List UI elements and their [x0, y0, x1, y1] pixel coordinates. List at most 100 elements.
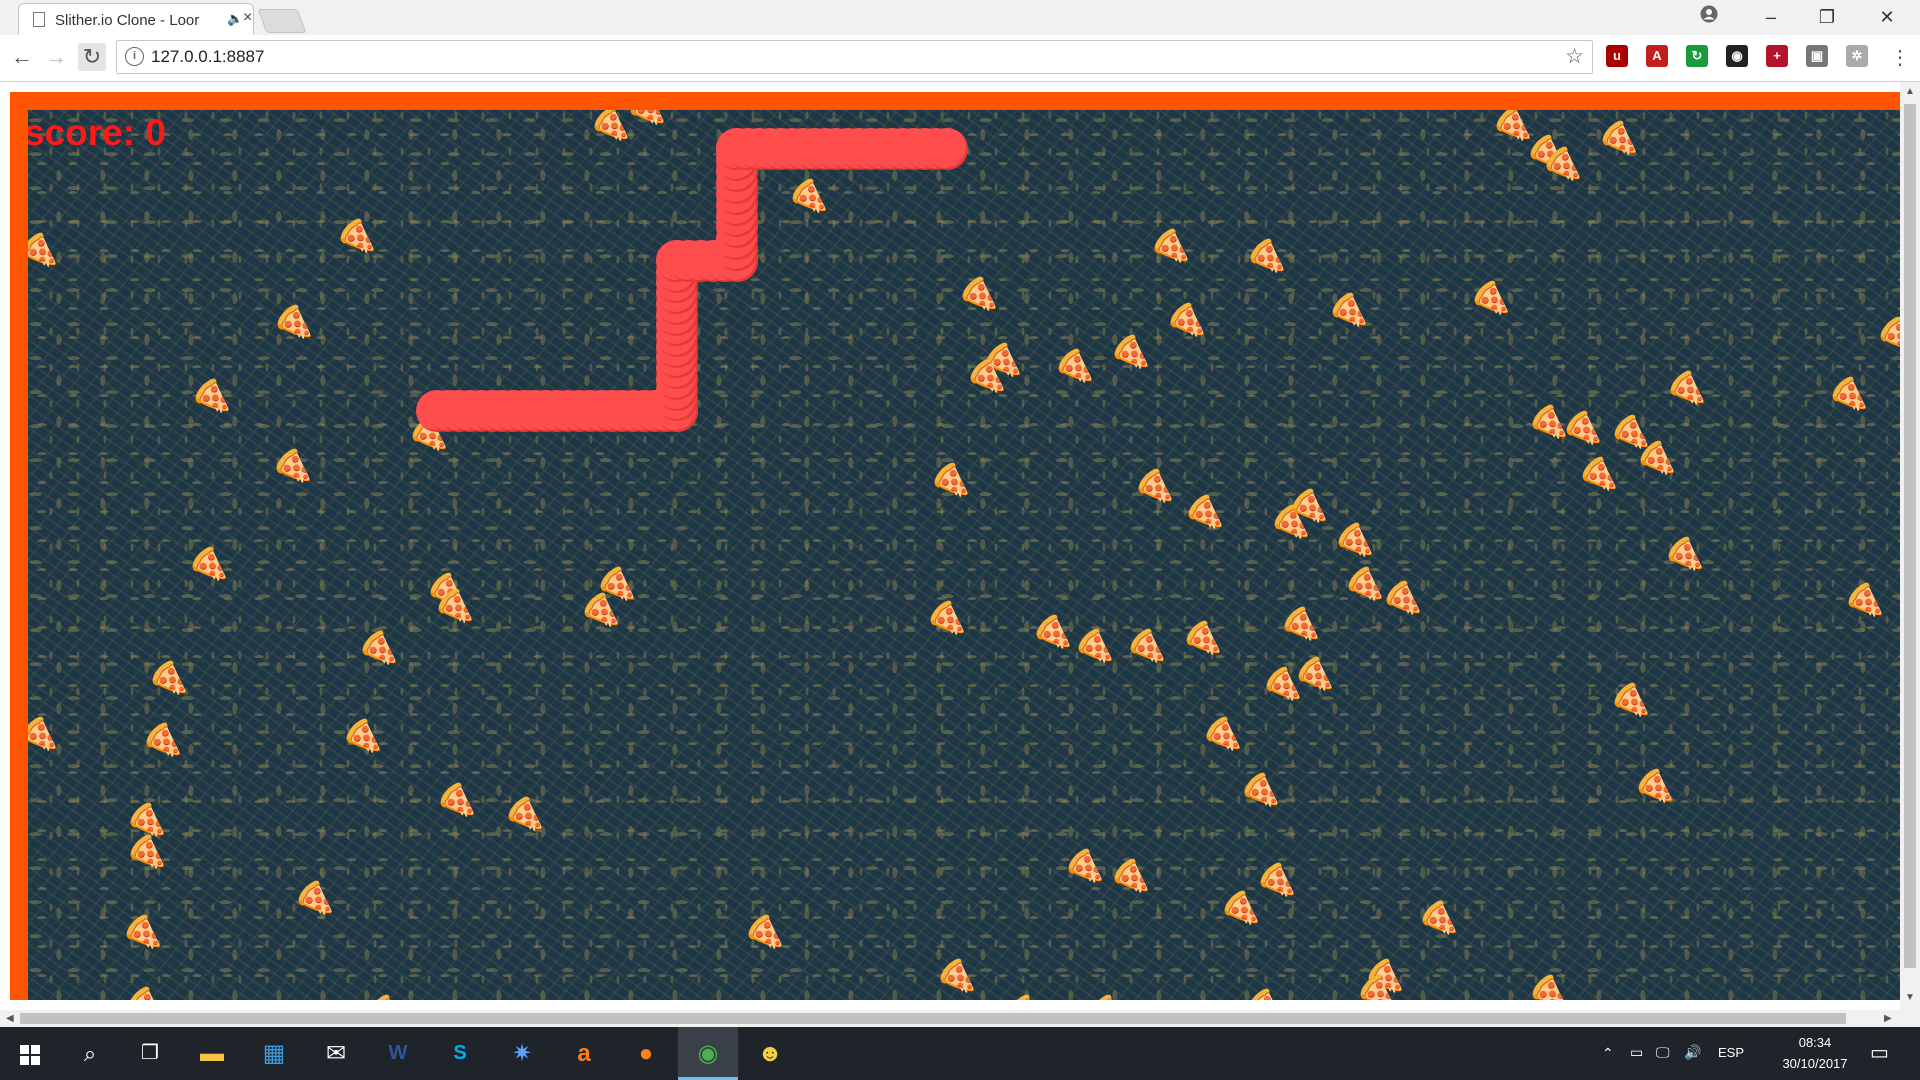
- store-icon[interactable]: ▦: [244, 1027, 304, 1080]
- pizza-food-icon: 🍕: [1235, 768, 1285, 816]
- pizza-food-icon: 🍕: [1323, 288, 1373, 336]
- mail-icon[interactable]: ✉: [306, 1027, 366, 1080]
- pizza-food-icon: 🍕: [1239, 985, 1288, 1000]
- scroll-right-icon[interactable]: ▶: [1884, 1013, 1892, 1024]
- profile-icon[interactable]: [1686, 4, 1732, 30]
- game-canvas[interactable]: score: 0 🍕 🍕 🍕 🍕 🍕 🍕 🍕 🍕 🍕 🍕 🍕 🍕 🍕 🍕 🍕 🍕 🍕 🍕 🍕 🍕 🍕 🍕 🍕 🍕 🍕 🍕 🍕 🍕 🍕 🍕 🍕…: [10, 92, 1900, 1000]
- gear-app-icon[interactable]: ✷: [492, 1027, 552, 1080]
- pizza-food-icon: 🍕: [1523, 970, 1573, 1000]
- pizza-food-icon: 🍕: [267, 444, 317, 492]
- pizza-food-icon: 🍕: [1197, 712, 1247, 760]
- pizza-food-icon: 🍕: [359, 991, 408, 1000]
- pizza-food-icon: 🍕: [783, 174, 833, 222]
- page-icon: [33, 12, 45, 27]
- pizza-food-icon: 🍕: [289, 876, 339, 924]
- pizza-food-icon: 🍕: [1891, 478, 1900, 526]
- menu-icon[interactable]: ⋮: [1890, 45, 1910, 70]
- back-arrow-icon[interactable]: ←: [8, 43, 36, 71]
- pizza-food-icon: 🍕: [921, 596, 971, 644]
- address-bar[interactable]: i 127.0.0.1:8887 ☆: [116, 40, 1593, 74]
- pizza-food-icon: 🍕: [1593, 116, 1643, 164]
- skype-icon[interactable]: S: [430, 1027, 490, 1080]
- restore-icon[interactable]: ❐: [1804, 4, 1850, 30]
- playfield[interactable]: score: 0 🍕 🍕 🍕 🍕 🍕 🍕 🍕 🍕 🍕 🍕 🍕 🍕 🍕 🍕 🍕 🍕 🍕 🍕 🍕 🍕 🍕 🍕 🍕 🍕 🍕 🍕 🍕 🍕 🍕 🍕 🍕…: [28, 110, 1900, 1000]
- pizza-food-icon: 🍕: [1275, 602, 1325, 650]
- scroll-down-icon[interactable]: ▼: [1905, 992, 1915, 1003]
- file-explorer-icon[interactable]: ▬: [182, 1027, 242, 1080]
- score-label: score: 0: [28, 112, 166, 153]
- pizza-food-icon: 🍕: [28, 228, 63, 276]
- pizza-food-icon: 🍕: [1105, 854, 1155, 902]
- clock-date[interactable]: 30/10/2017: [1770, 1056, 1860, 1071]
- info-icon[interactable]: i: [125, 47, 144, 66]
- pizza-food-icon: 🍕: [1629, 764, 1679, 812]
- pizza-food-icon: 🍕: [121, 830, 171, 878]
- firefox-icon[interactable]: ●: [616, 1027, 676, 1080]
- search-icon[interactable]: ⌕: [60, 1027, 120, 1080]
- scroll-left-icon[interactable]: ◀: [6, 1013, 14, 1024]
- pizza-food-icon: 🍕: [1177, 616, 1227, 664]
- pizza-food-icon: 🍕: [137, 718, 187, 766]
- ublock-extension-icon[interactable]: u: [1606, 45, 1628, 67]
- pizza-food-icon: 🍕: [925, 458, 975, 506]
- tab-strip: Slither.io Clone - Loor 🔈 × – ❐ ✕: [0, 0, 1920, 35]
- reload-icon[interactable]: ↻: [78, 43, 106, 71]
- scroll-up-icon[interactable]: ▲: [1905, 86, 1915, 97]
- speaker-icon[interactable]: 🔈: [227, 11, 243, 27]
- pizza-food-icon: 🍕: [1069, 624, 1119, 672]
- volume-icon[interactable]: 🔊: [1684, 1044, 1701, 1061]
- pizza-food-icon: 🍕: [143, 656, 193, 704]
- lock-extension-icon[interactable]: ▣: [1806, 45, 1828, 67]
- pizza-food-icon: 🍕: [1241, 234, 1291, 282]
- pizza-food-icon: 🍕: [186, 374, 236, 422]
- horizontal-scrollbar[interactable]: ◀ ▶: [0, 1010, 1920, 1027]
- bookmark-star-icon[interactable]: ☆: [1565, 44, 1584, 69]
- minimize-icon[interactable]: –: [1748, 4, 1794, 30]
- gear-extension-icon[interactable]: ✲: [1846, 45, 1868, 67]
- chrome-icon[interactable]: ◉: [678, 1027, 738, 1080]
- avast-icon[interactable]: a: [554, 1027, 614, 1080]
- tray-chevron-icon[interactable]: ⌃: [1602, 1045, 1614, 1062]
- action-center-icon[interactable]: ▭: [1870, 1040, 1889, 1065]
- glasses-extension-icon[interactable]: ◉: [1726, 45, 1748, 67]
- pizza-food-icon: 🍕: [353, 626, 403, 674]
- pizza-food-icon: 🍕: [1251, 858, 1301, 906]
- pizza-food-icon: 🍕: [1289, 652, 1339, 700]
- sync-extension-icon[interactable]: ↻: [1686, 45, 1708, 67]
- word-icon[interactable]: W: [368, 1027, 428, 1080]
- pizza-food-icon: 🍕: [119, 983, 168, 1000]
- battery-icon[interactable]: ▭: [1630, 1044, 1643, 1061]
- pizza-food-icon: 🍕: [1179, 490, 1229, 538]
- shield-extension-icon[interactable]: +: [1766, 45, 1788, 67]
- horizontal-scroll-thumb[interactable]: [20, 1013, 1846, 1024]
- pizza-food-icon: 🍕: [1465, 276, 1515, 324]
- tab-title: Slither.io Clone - Loor: [55, 12, 200, 29]
- clock-time[interactable]: 08:34: [1784, 1035, 1846, 1050]
- pizza-food-icon: 🍕: [1823, 372, 1873, 420]
- pizza-food-icon: 🍕: [1105, 330, 1155, 378]
- new-tab-button[interactable]: [257, 9, 307, 33]
- pizza-food-icon: 🍕: [1145, 224, 1195, 272]
- pizza-food-icon: 🍕: [1573, 452, 1623, 500]
- close-window-icon[interactable]: ✕: [1864, 4, 1910, 30]
- pizza-food-icon: 🍕: [1413, 896, 1463, 944]
- task-view-icon[interactable]: ❐: [120, 1027, 180, 1080]
- vertical-scrollbar[interactable]: ▲ ▼: [1900, 82, 1920, 1010]
- windows-start-icon[interactable]: [0, 1027, 60, 1080]
- browser-tab[interactable]: Slither.io Clone - Loor 🔈 ×: [18, 3, 254, 35]
- sticky-app-icon[interactable]: ☻: [740, 1027, 800, 1080]
- pizza-food-icon: 🍕: [739, 910, 789, 958]
- pizza-food-icon: 🍕: [1871, 312, 1900, 360]
- vertical-scroll-thumb[interactable]: [1904, 104, 1916, 968]
- pdf-extension-icon[interactable]: A: [1646, 45, 1668, 67]
- language-indicator[interactable]: ESP: [1718, 1045, 1744, 1060]
- network-icon[interactable]: 🖵: [1656, 1044, 1670, 1061]
- pizza-food-icon: 🍕: [337, 714, 387, 762]
- pizza-food-icon: 🍕: [1377, 576, 1427, 624]
- pizza-food-icon: 🍕: [1121, 624, 1171, 672]
- pizza-food-icon: 🍕: [499, 792, 549, 840]
- pizza-food-icon: 🍕: [1129, 464, 1179, 512]
- forward-arrow-icon[interactable]: →: [42, 43, 70, 71]
- pizza-food-icon: 🍕: [1661, 366, 1711, 414]
- close-tab-icon[interactable]: ×: [243, 9, 252, 27]
